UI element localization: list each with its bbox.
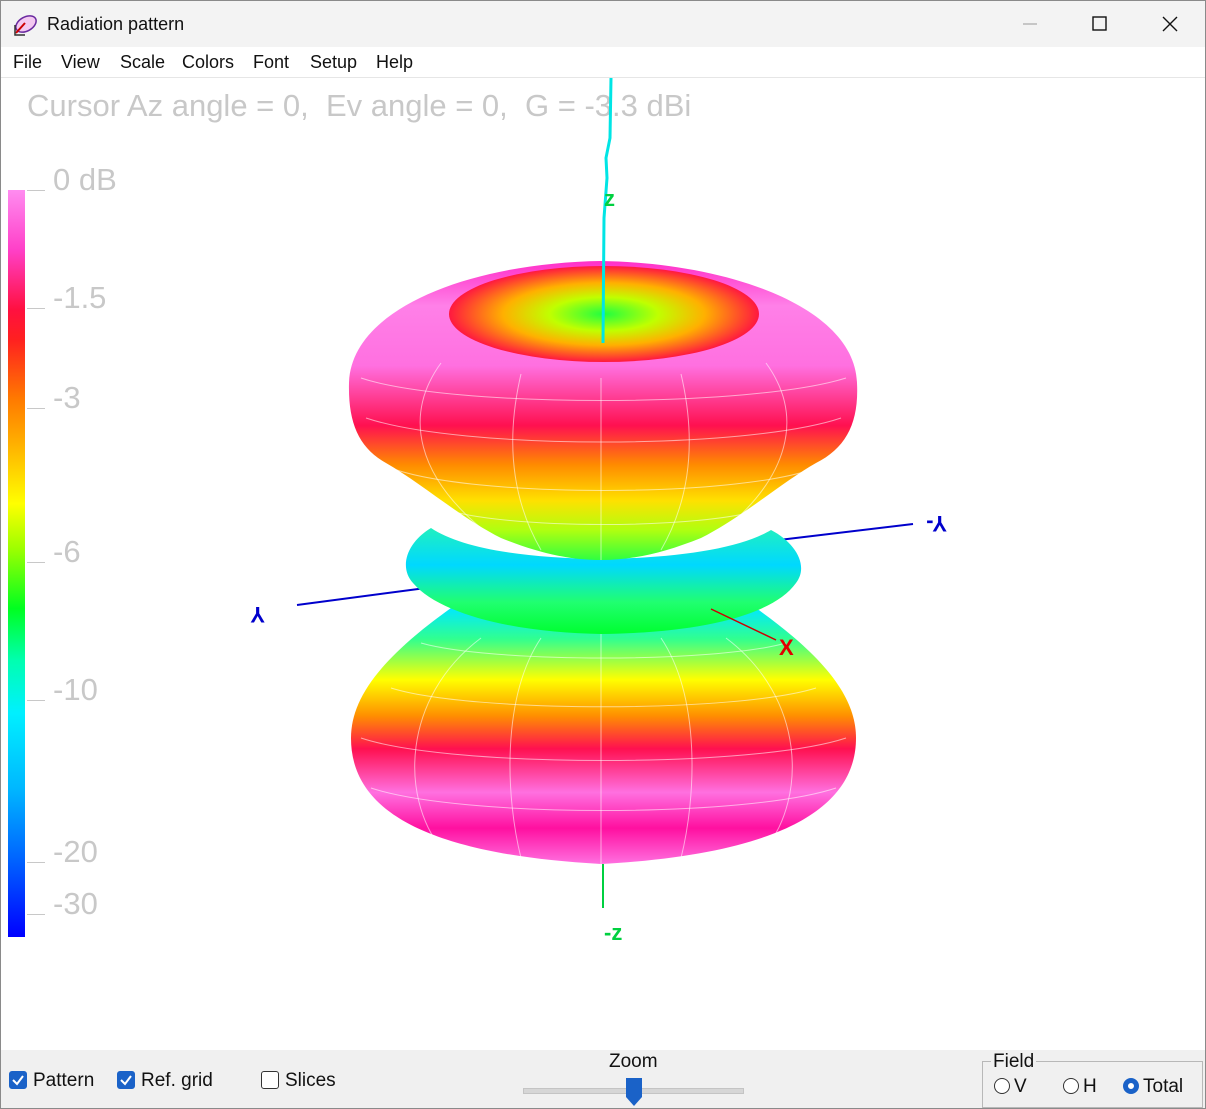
app-icon	[14, 15, 37, 36]
minimize-button[interactable]	[995, 1, 1065, 47]
minimize-icon	[1023, 23, 1037, 25]
field-legend: Field	[991, 1051, 1037, 1073]
field-v-label: V	[1014, 1076, 1027, 1097]
neg-z-axis-label: -z	[604, 920, 622, 945]
radio-dot[interactable]	[994, 1078, 1010, 1094]
pattern-canvas[interactable]: Cursor Az angle = 0, Ev angle = 0, G = -…	[1, 78, 1205, 1050]
field-total-label: Total	[1143, 1076, 1184, 1097]
window-title: Radiation pattern	[47, 14, 185, 34]
field-group: Field V H Total	[982, 1051, 1203, 1108]
menu-colors[interactable]: Colors	[182, 52, 234, 73]
radiation-pattern-window: Radiation pattern File View Scale Colors…	[0, 0, 1206, 1109]
neg-y-axis-label: Y-	[926, 511, 947, 536]
close-button[interactable]	[1135, 1, 1205, 47]
menu-scale[interactable]: Scale	[120, 52, 165, 73]
ref-grid-checkbox-label: Ref. grid	[141, 1070, 213, 1091]
zoom-slider-thumb[interactable]	[625, 1077, 643, 1107]
slices-checkbox-label: Slices	[285, 1070, 336, 1091]
pattern-checkbox-box[interactable]	[9, 1071, 27, 1089]
ref-grid-checkbox-box[interactable]	[117, 1071, 135, 1089]
pattern-checkbox-label: Pattern	[33, 1070, 95, 1091]
y-axis-label: Y	[250, 602, 265, 627]
slices-checkbox-box[interactable]	[261, 1071, 279, 1089]
close-icon	[1162, 16, 1178, 32]
radio-dot[interactable]	[1123, 1078, 1139, 1094]
radio-dot[interactable]	[1063, 1078, 1079, 1094]
menu-setup[interactable]: Setup	[310, 52, 357, 73]
radiation-pattern-plot: z -z Y Y- X	[250, 78, 947, 945]
check-icon	[120, 1075, 132, 1086]
neg-y-axis	[778, 523, 914, 541]
field-h-label: H	[1083, 1076, 1097, 1097]
menu-bar: File View Scale Colors Font Setup Help	[1, 47, 1205, 78]
maximize-icon	[1092, 16, 1107, 31]
menu-help[interactable]: Help	[376, 52, 413, 73]
title-bar[interactable]: Radiation pattern	[1, 1, 1205, 47]
menu-font[interactable]: Font	[253, 52, 289, 73]
zoom-label: Zoom	[609, 1051, 658, 1072]
menu-file[interactable]: File	[13, 52, 42, 73]
maximize-button[interactable]	[1065, 1, 1135, 47]
menu-view[interactable]: View	[61, 52, 100, 73]
bottom-control-bar: Pattern Ref. grid Slices Zoom Field V H	[1, 1050, 1205, 1108]
x-axis-label: X	[779, 635, 794, 660]
z-axis-label: z	[604, 186, 615, 211]
check-icon	[12, 1075, 24, 1086]
